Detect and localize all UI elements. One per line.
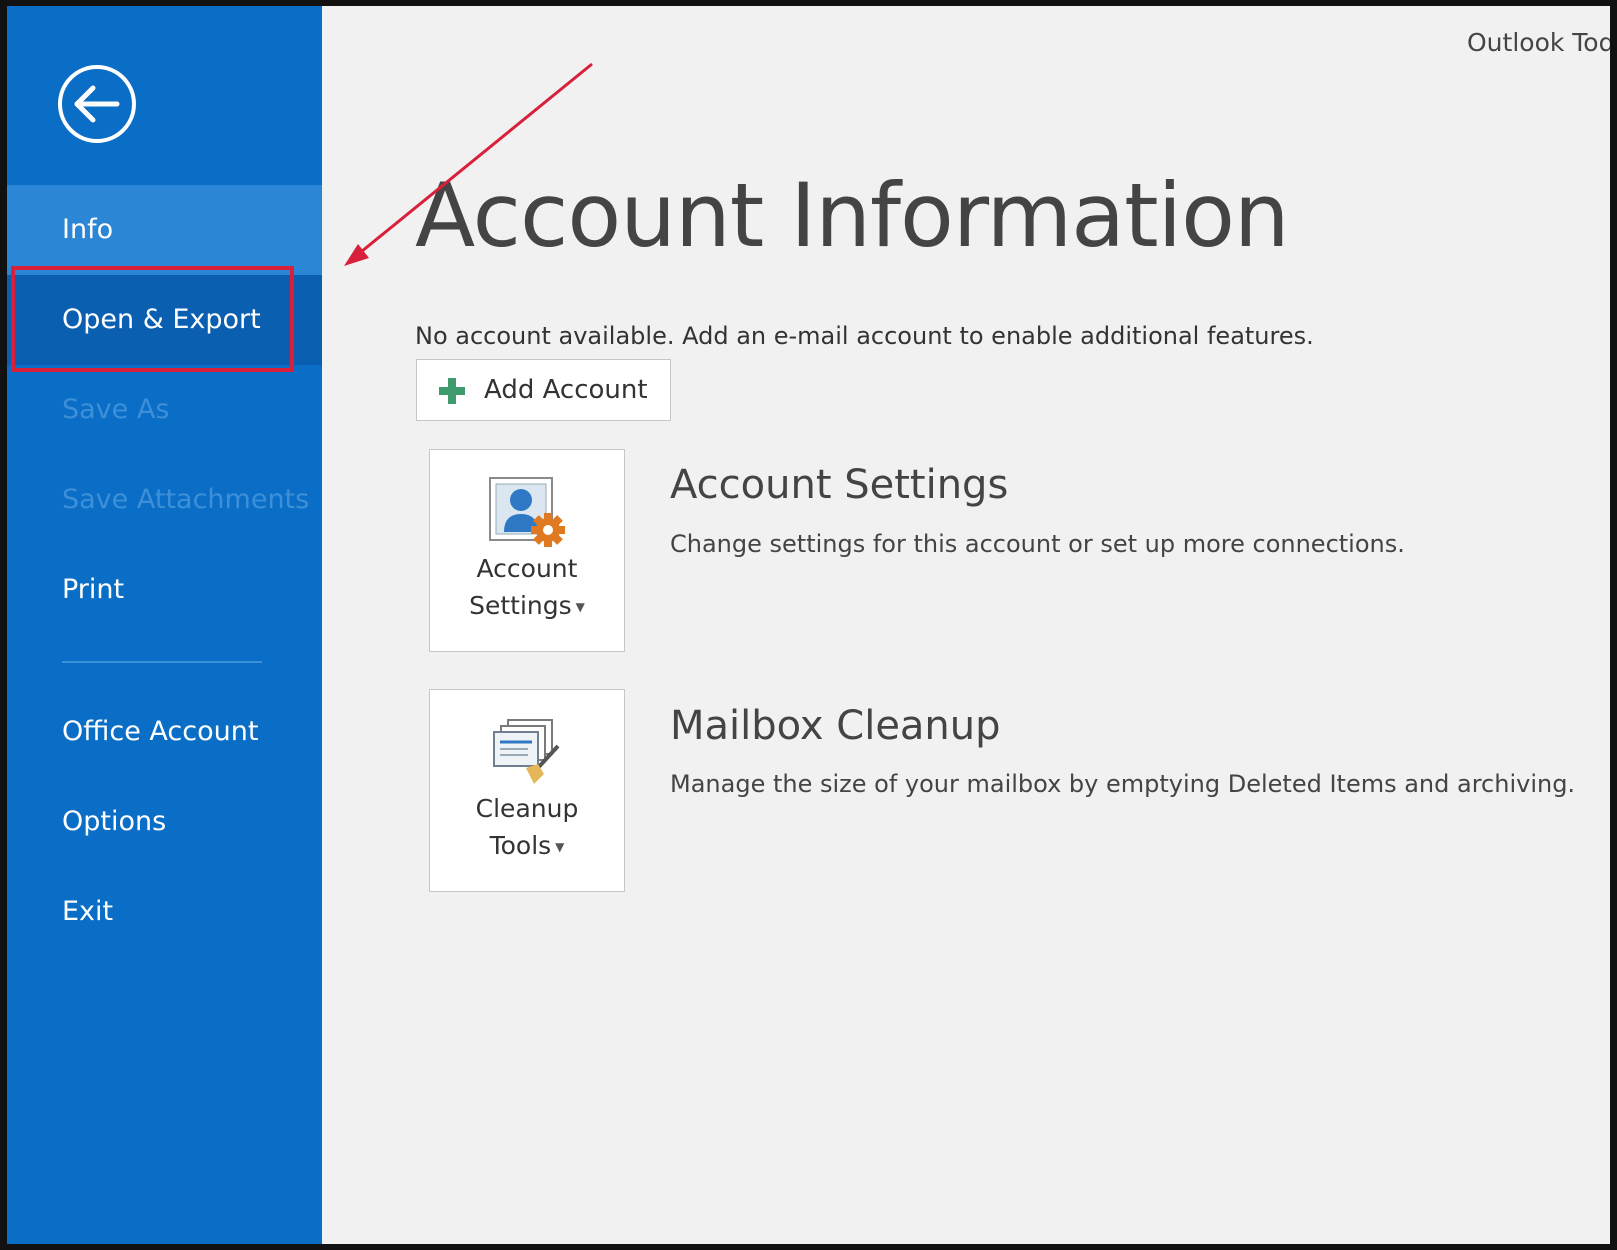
sidebar-item-print[interactable]: Print [7, 545, 322, 635]
plus-icon [439, 378, 465, 404]
cleanup-tools-button-label-line2-wrap: Tools ▼ [430, 831, 624, 860]
account-settings-button-label-line1: Account [476, 554, 578, 583]
cleanup-tools-button[interactable]: Cleanup Tools ▼ [429, 689, 625, 892]
mailbox-cleanup-heading: Mailbox Cleanup [670, 703, 1001, 749]
no-account-message: No account available. Add an e-mail acco… [415, 322, 1314, 350]
add-account-label: Add Account [484, 375, 648, 405]
add-account-button[interactable]: Add Account [416, 359, 671, 421]
sidebar-item-save-attachments: Save Attachments [62, 484, 310, 515]
account-settings-icon [489, 477, 565, 547]
page-title: Account Information [415, 164, 1290, 267]
outlook-backstage-window: Info Open & Export Save As Save Attachme… [7, 6, 1610, 1244]
backstage-sidebar: Info Open & Export Save As Save Attachme… [7, 6, 322, 1244]
account-settings-button[interactable]: Account Settings ▼ [429, 449, 625, 652]
back-arrow-circle-icon[interactable] [55, 62, 139, 146]
cleanup-tools-button-label-line1: Cleanup [475, 794, 579, 823]
account-settings-heading: Account Settings [670, 462, 1009, 508]
dropdown-caret-icon: ▼ [555, 840, 565, 854]
sidebar-item-office-account[interactable]: Office Account [7, 687, 322, 777]
account-settings-button-label-line2: Settings [469, 591, 572, 620]
sidebar-item-exit[interactable]: Exit [7, 867, 322, 957]
sidebar-item-options[interactable]: Options [7, 777, 322, 867]
cleanup-tools-icon [493, 719, 560, 784]
mailbox-cleanup-description: Manage the size of your mailbox by empty… [670, 770, 1576, 798]
account-settings-description: Change settings for this account or set … [670, 530, 1405, 558]
sidebar-item-open-export[interactable]: Open & Export [7, 275, 322, 365]
window-title: Outlook Today [1467, 28, 1610, 57]
sidebar-item-info[interactable]: Info [7, 185, 322, 275]
dropdown-caret-icon: ▼ [575, 600, 585, 614]
sidebar-divider [62, 661, 262, 663]
cleanup-tools-button-label-line2: Tools [489, 831, 552, 860]
account-settings-button-label-line2-wrap: Settings ▼ [430, 591, 624, 620]
sidebar-item-save-as: Save As [62, 394, 170, 425]
back-button[interactable] [55, 62, 139, 146]
